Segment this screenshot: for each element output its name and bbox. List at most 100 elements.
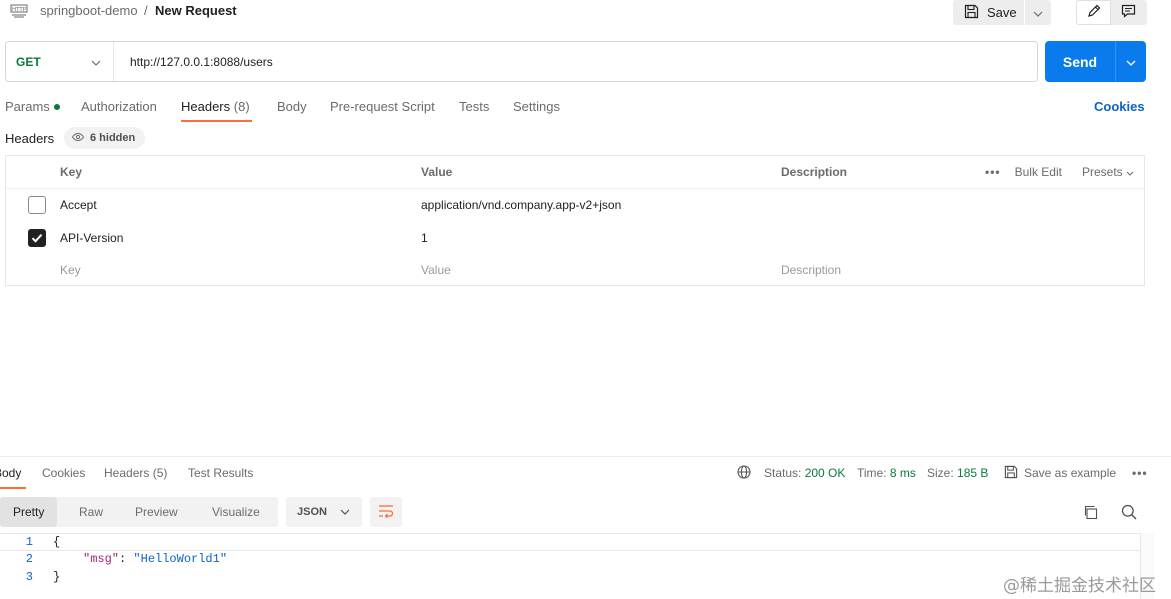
response-tab-headers[interactable]: Headers (5) <box>104 466 167 480</box>
column-header-description: Description <box>781 165 848 179</box>
copy-icon[interactable] <box>1080 502 1100 522</box>
status-label: Status: <box>764 466 802 480</box>
row-enable-checkbox[interactable] <box>28 229 46 247</box>
response-time[interactable]: Time: 8 ms <box>857 466 916 480</box>
eye-icon <box>71 132 85 144</box>
svg-text:HTTP: HTTP <box>12 7 27 13</box>
wrap-lines-icon <box>378 504 394 521</box>
header-value-cell[interactable]: application/vnd.company.app-v2+json <box>421 198 621 212</box>
chevron-down-icon <box>1126 165 1134 179</box>
save-button[interactable]: Save <box>953 0 1025 25</box>
pencil-icon <box>1087 4 1101 21</box>
request-url-bar: GET <box>5 41 1038 82</box>
tab-count: (5) <box>152 466 168 480</box>
save-button-group: Save <box>953 0 1051 25</box>
view-pretty[interactable]: Pretty <box>0 497 58 527</box>
code-line: 3 } <box>0 569 1140 587</box>
new-key-input[interactable]: Key <box>60 263 81 277</box>
send-options-dropdown[interactable] <box>1116 41 1146 82</box>
edit-button[interactable] <box>1076 0 1111 25</box>
response-size[interactable]: Size: 185 B <box>927 466 988 480</box>
chevron-down-icon <box>1126 54 1136 69</box>
response-tab-body[interactable]: Body <box>0 466 21 480</box>
column-header-key: Key <box>60 165 83 179</box>
view-preview[interactable]: Preview <box>135 497 178 527</box>
bulk-edit-button[interactable]: Bulk Edit <box>1015 165 1062 179</box>
chevron-down-icon <box>91 54 101 69</box>
hidden-headers-label: 6 hidden <box>90 132 136 144</box>
breadcrumb-separator: / <box>144 3 148 18</box>
new-value-input[interactable]: Value <box>421 263 451 277</box>
tab-settings[interactable]: Settings <box>513 99 560 114</box>
watermark: @稀土掘金技术社区 <box>1003 576 1156 596</box>
json-colon: : <box>119 552 134 566</box>
comment-icon <box>1121 4 1136 21</box>
headers-table: Key Value Description ••• Bulk Edit Pres… <box>5 155 1145 286</box>
active-tab-indicator <box>181 120 252 122</box>
response-view-switcher: Pretty Raw Preview Visualize <box>0 497 278 527</box>
table-header-row: Key Value Description ••• Bulk Edit Pres… <box>6 156 1144 189</box>
response-status[interactable]: Status: 200 OK <box>764 466 845 480</box>
send-button[interactable]: Send <box>1045 41 1116 82</box>
tab-params[interactable]: Params <box>5 99 60 114</box>
wrap-lines-button[interactable] <box>370 497 402 527</box>
tab-label: Headers <box>104 466 150 480</box>
presets-dropdown[interactable]: Presets <box>1082 165 1134 179</box>
hidden-headers-toggle[interactable]: 6 hidden <box>64 127 146 149</box>
globe-icon[interactable] <box>737 465 751 482</box>
code-line: 1 { <box>0 533 1140 551</box>
view-visualize[interactable]: Visualize <box>212 497 260 527</box>
method-label: GET <box>16 54 41 69</box>
size-value: 185 B <box>957 466 989 480</box>
more-options-button[interactable]: ••• <box>985 165 1001 179</box>
floppy-disk-icon <box>1004 465 1018 482</box>
response-tab-test-results[interactable]: Test Results <box>188 466 253 480</box>
comments-button[interactable] <box>1111 0 1146 25</box>
json-key: "msg" <box>83 552 120 566</box>
chevron-down-icon <box>1033 5 1043 20</box>
http-request-icon: HTTP <box>10 3 28 19</box>
tab-authorization[interactable]: Authorization <box>81 99 157 114</box>
active-response-tab-indicator <box>0 487 26 489</box>
line-number: 2 <box>25 552 33 566</box>
response-tab-cookies[interactable]: Cookies <box>42 466 85 480</box>
tab-body[interactable]: Body <box>277 99 307 114</box>
code-text: { <box>53 535 61 549</box>
tab-tests[interactable]: Tests <box>459 99 489 114</box>
header-key-cell[interactable]: Accept <box>60 198 97 212</box>
response-divider[interactable] <box>0 456 1171 457</box>
response-body-code[interactable]: 1 { 2 "msg": "HelloWorld1" 3 } <box>0 533 1153 599</box>
method-select[interactable]: GET <box>6 42 114 81</box>
response-format-select[interactable]: JSON <box>286 497 362 527</box>
size-label: Size: <box>927 466 954 480</box>
save-options-dropdown[interactable] <box>1025 0 1051 25</box>
tab-label: Params <box>5 99 50 114</box>
params-active-dot <box>53 104 60 110</box>
url-input[interactable] <box>114 42 1037 81</box>
search-icon[interactable] <box>1119 502 1139 522</box>
code-text: } <box>53 570 61 584</box>
save-as-example-button[interactable]: Save as example <box>1004 465 1116 482</box>
json-value: "HelloWorld1" <box>133 552 228 566</box>
presets-label: Presets <box>1081 165 1123 179</box>
table-row: Accept application/vnd.company.app-v2+js… <box>6 189 1144 222</box>
table-actions: ••• Bulk Edit Presets <box>985 165 1134 179</box>
save-label: Save <box>987 5 1017 20</box>
view-raw[interactable]: Raw <box>79 497 103 527</box>
tab-pre-request-script[interactable]: Pre-request Script <box>330 99 435 114</box>
request-tools-group <box>1076 0 1147 25</box>
breadcrumb-request-name[interactable]: New Request <box>155 3 237 18</box>
checkmark-icon <box>31 234 43 243</box>
code-line: 2 "msg": "HelloWorld1" <box>0 551 1140 569</box>
header-key-cell[interactable]: API-Version <box>60 231 123 245</box>
row-enable-checkbox[interactable] <box>28 196 46 214</box>
code-text: "msg": "HelloWorld1" <box>83 552 227 566</box>
header-value-cell[interactable]: 1 <box>421 231 428 245</box>
response-more-button[interactable]: ••• <box>1132 466 1148 480</box>
line-number: 3 <box>25 570 33 584</box>
tab-headers[interactable]: Headers (8) <box>181 99 250 114</box>
top-bar: HTTP springboot-demo / New Request Save <box>0 0 1171 26</box>
cookies-link[interactable]: Cookies <box>1094 99 1145 114</box>
new-description-input[interactable]: Description <box>781 263 841 277</box>
breadcrumb-collection[interactable]: springboot-demo <box>40 3 138 18</box>
